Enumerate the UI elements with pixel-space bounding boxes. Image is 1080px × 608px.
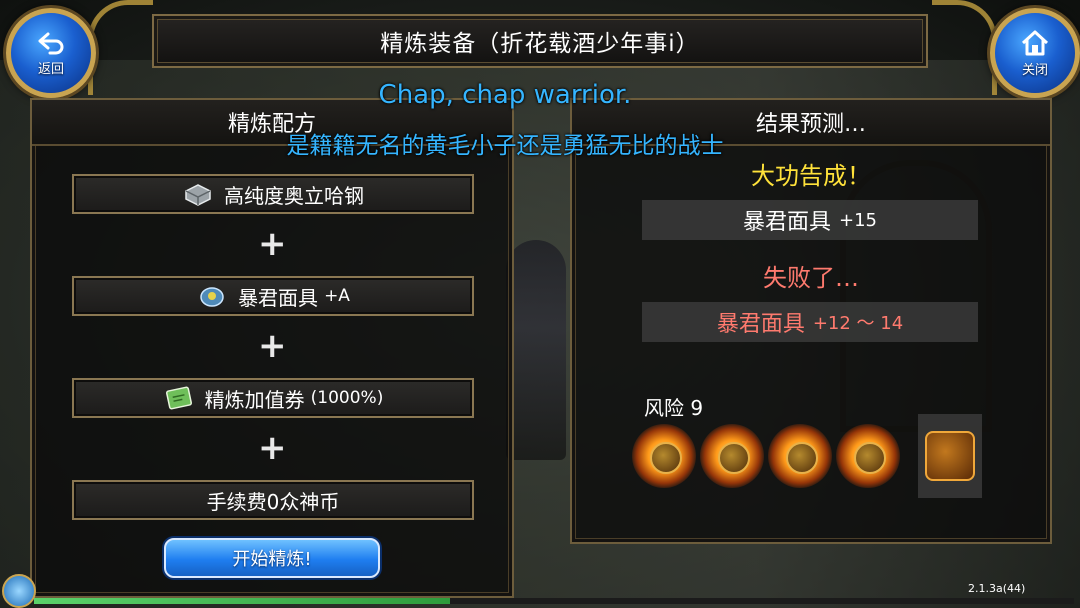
- explosion-icon: [768, 424, 832, 488]
- back-arrow-icon: [38, 32, 64, 54]
- explosion-icon: [836, 424, 900, 488]
- close-button-label: 关闭: [1021, 62, 1048, 78]
- ticket-icon: [163, 385, 195, 411]
- subtitle-line-1: Chap, chap warrior.: [378, 80, 632, 110]
- success-result: 暴君面具 +15: [642, 200, 978, 240]
- ticket-name: 精炼加值券: [204, 387, 305, 412]
- subtitle-line-2: 是籍籍无名的黄毛小子还是勇猛无比的战士: [286, 133, 724, 159]
- progress-bar: [34, 598, 1074, 604]
- fail-suffix: +12 ～ 14: [812, 313, 904, 334]
- fee-slot: 手续费0众神币: [72, 480, 474, 520]
- explosion-icon: [632, 424, 696, 488]
- version-label: 2.1.3a(44): [968, 582, 1026, 595]
- explosion-icon: [918, 414, 982, 498]
- fee-text: 手续费0众神币: [206, 489, 340, 514]
- home-icon: [1021, 30, 1049, 55]
- plus-sign: +: [258, 224, 287, 264]
- result-panel: 结果预测… 大功告成！ 暴君面具 +15 失败了… 暴君面具 +12 ～ 14 …: [570, 98, 1052, 544]
- fail-result: 暴君面具 +12 ～ 14: [642, 302, 978, 342]
- material-slot[interactable]: 高纯度奥立哈钢: [72, 174, 474, 214]
- ticket-suffix: (1000%): [310, 388, 384, 408]
- fail-item: 暴君面具: [716, 312, 805, 337]
- progress-fill: [34, 598, 450, 604]
- plus-sign: +: [258, 326, 287, 366]
- start-refine-button[interactable]: 开始精炼!: [164, 538, 380, 578]
- risk-icons: [632, 414, 1012, 498]
- back-button-label: 返回: [37, 61, 64, 77]
- success-title: 大功告成！: [751, 162, 871, 190]
- recipe-panel: 精炼配方 高纯度奥立哈钢 + 暴君面具 +A + 精炼加值券 (1000%) +…: [30, 98, 514, 598]
- equipment-suffix: +A: [324, 286, 350, 306]
- equipment-slot[interactable]: 暴君面具 +A: [72, 276, 474, 316]
- title-bar: 精炼装备（折花载酒少年事i）: [152, 14, 928, 68]
- plus-sign: +: [258, 428, 287, 468]
- explosion-icon: [700, 424, 764, 488]
- equipment-name: 暴君面具: [238, 285, 319, 310]
- success-item: 暴君面具: [742, 210, 831, 235]
- menu-orb-icon[interactable]: [2, 574, 36, 608]
- page-title: 精炼装备（折花载酒少年事i）: [380, 31, 700, 57]
- risk-label: 风险 9: [644, 396, 704, 420]
- ticket-slot[interactable]: 精炼加值券 (1000%): [72, 378, 474, 418]
- character-figure: [506, 240, 566, 460]
- fail-title: 失败了…: [763, 264, 859, 292]
- success-suffix: +15: [839, 209, 877, 231]
- material-name: 高纯度奥立哈钢: [224, 183, 364, 208]
- mask-icon: [196, 283, 228, 309]
- ingot-icon: [182, 181, 214, 207]
